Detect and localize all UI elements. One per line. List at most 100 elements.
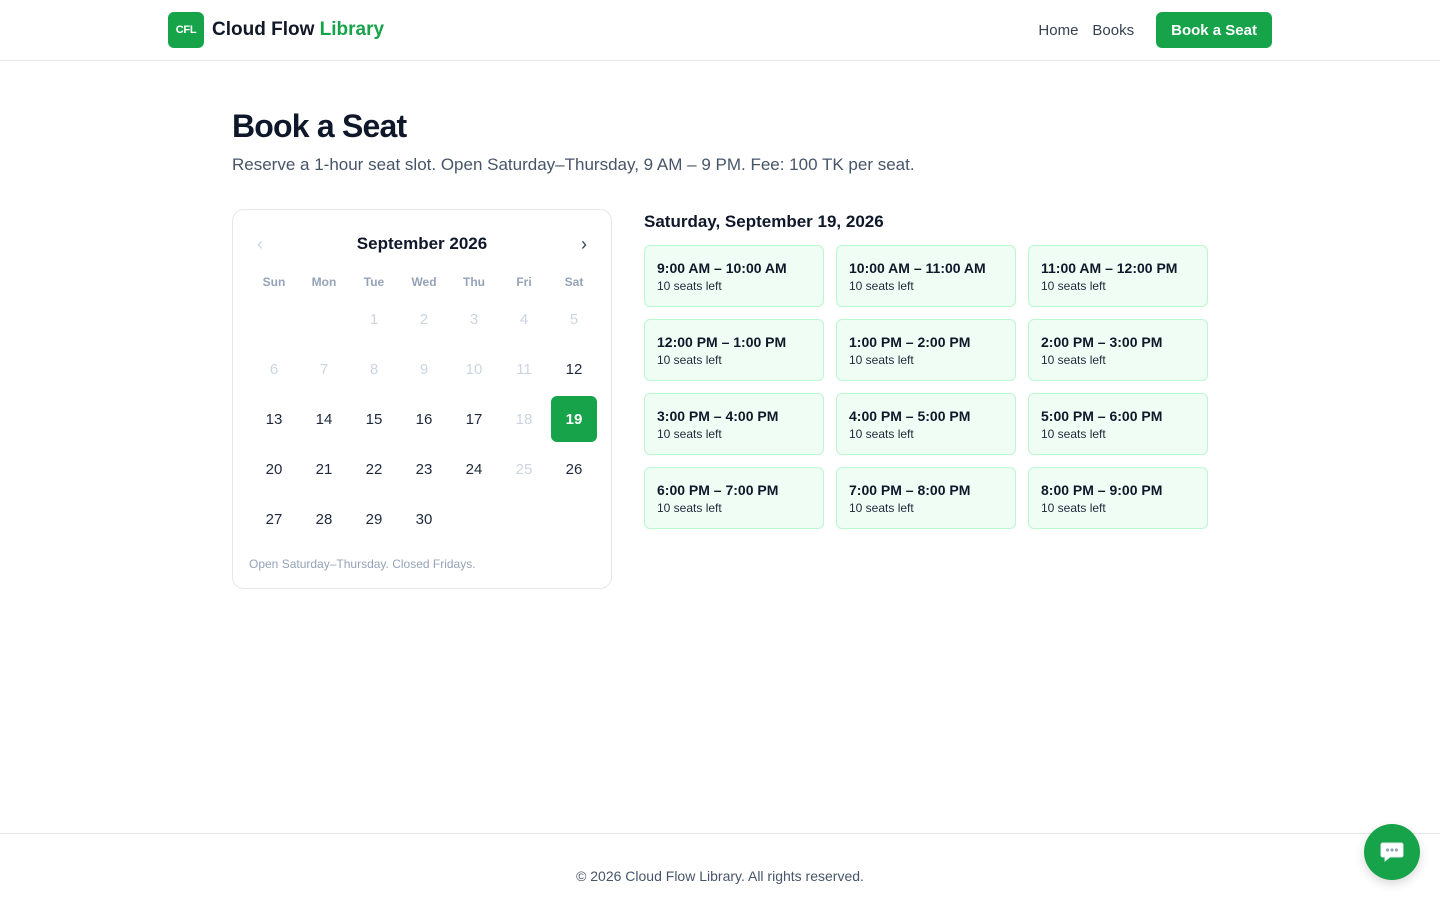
calendar-day-number: 11: [516, 360, 532, 378]
calendar-day-number: 5: [569, 310, 579, 328]
slot-seats-left: 10 seats left: [657, 501, 722, 515]
calendar-day-number: 27: [265, 510, 283, 528]
chevron-right-icon[interactable]: ›: [572, 232, 596, 256]
calendar-day[interactable]: 20: [249, 444, 299, 494]
slot-seats-left: 10 seats left: [657, 279, 722, 293]
time-slot-card[interactable]: 12:00 PM – 1:00 PM 10 seats left: [644, 319, 824, 381]
calendar-day-disabled: 18: [499, 394, 549, 444]
site-header: CFL Cloud Flow Library Home Books Book a…: [0, 0, 1440, 61]
weekday-label: Fri: [516, 275, 532, 289]
chat-button[interactable]: [1364, 824, 1420, 880]
time-slots-grid: 9:00 AM – 10:00 AM 10 seats left 10:00 AM …: [644, 245, 1208, 529]
time-slot-card[interactable]: 4:00 PM – 5:00 PM 10 seats left: [836, 393, 1016, 455]
calendar-day-disabled: 6: [249, 344, 299, 394]
calendar-day-number: 1: [369, 310, 379, 328]
calendar-day[interactable]: 28: [299, 494, 349, 544]
time-slot-card[interactable]: 1:00 PM – 2:00 PM 10 seats left: [836, 319, 1016, 381]
calendar-day[interactable]: 23: [399, 444, 449, 494]
calendar-day-number: 14: [315, 410, 333, 428]
page-title: Book a Seat: [232, 108, 407, 144]
calendar-day[interactable]: 27: [249, 494, 299, 544]
slot-time-label: 12:00 PM – 1:00 PM: [657, 334, 787, 350]
time-slot-card[interactable]: 8:00 PM – 9:00 PM 10 seats left: [1028, 467, 1208, 529]
footer-copyright: © 2026 Cloud Flow Library. All rights re…: [576, 868, 864, 884]
weekday-label: Sat: [564, 275, 584, 289]
slot-seats-left: 10 seats left: [1041, 501, 1106, 515]
calendar-day-number: 30: [415, 510, 433, 528]
brand-name: Cloud Flow Library: [212, 19, 384, 41]
slot-seats-left: 10 seats left: [849, 353, 914, 367]
calendar-day[interactable]: 24: [449, 444, 499, 494]
calendar-day-number: 4: [519, 310, 529, 328]
calendar-day-disabled: 4: [499, 294, 549, 344]
calendar-day-disabled: 5: [549, 294, 599, 344]
calendar-day[interactable]: 14: [299, 394, 349, 444]
calendar-day[interactable]: 15: [349, 394, 399, 444]
calendar-blank-cell: [299, 294, 349, 344]
weekday-label: Sun: [262, 275, 286, 289]
slot-seats-left: 10 seats left: [849, 279, 914, 293]
time-slot-card[interactable]: 11:00 AM – 12:00 PM 10 seats left: [1028, 245, 1208, 307]
slot-seats-left: 10 seats left: [849, 427, 914, 441]
calendar-day[interactable]: 26: [549, 444, 599, 494]
slot-time-label: 1:00 PM – 2:00 PM: [849, 334, 971, 350]
weekday-label: Wed: [411, 275, 437, 289]
calendar-day-disabled: 25: [499, 444, 549, 494]
calendar-day-number: 23: [415, 460, 433, 478]
slot-seats-left: 10 seats left: [1041, 353, 1106, 367]
calendar-day-number: 15: [365, 410, 383, 428]
slot-seats-left: 10 seats left: [657, 427, 722, 441]
calendar-day[interactable]: 22: [349, 444, 399, 494]
calendar-day-selected[interactable]: 19: [549, 394, 599, 444]
calendar-day-number: 6: [269, 360, 279, 378]
slot-seats-left: 10 seats left: [1041, 427, 1106, 441]
time-slot-card[interactable]: 9:00 AM – 10:00 AM 10 seats left: [644, 245, 824, 307]
calendar-day[interactable]: 16: [399, 394, 449, 444]
calendar-day[interactable]: 30: [399, 494, 449, 544]
calendar-day-number: 9: [419, 360, 429, 378]
calendar-day-number: 18: [515, 410, 533, 428]
brand-name-main: Cloud Flow: [212, 19, 315, 40]
calendar-day[interactable]: 29: [349, 494, 399, 544]
brand-logo-link[interactable]: CFL Cloud Flow Library: [168, 12, 384, 48]
calendar-day[interactable]: 13: [249, 394, 299, 444]
calendar-note: Open Saturday–Thursday. Closed Fridays.: [249, 557, 476, 571]
date-picker-calendar: ‹ September 2026 › Sun Mon Tue Wed Thu Fri Sat…: [232, 209, 612, 589]
calendar-day-number: 3: [469, 310, 479, 328]
main-nav: Home Books Book a Seat: [1038, 12, 1272, 48]
calendar-day-disabled: 2: [399, 294, 449, 344]
nav-books-link[interactable]: Books: [1092, 22, 1134, 39]
time-slot-card[interactable]: 10:00 AM – 11:00 AM 10 seats left: [836, 245, 1016, 307]
calendar-day-disabled: 7: [299, 344, 349, 394]
calendar-day-number: 19: [551, 396, 597, 442]
weekday-label: Mon: [311, 275, 337, 289]
calendar-blank-cell: [249, 294, 299, 344]
slot-seats-left: 10 seats left: [657, 353, 722, 367]
slot-seats-left: 10 seats left: [849, 501, 914, 515]
calendar-day-disabled: 8: [349, 344, 399, 394]
time-slot-card[interactable]: 2:00 PM – 3:00 PM 10 seats left: [1028, 319, 1208, 381]
calendar-day[interactable]: 12: [549, 344, 599, 394]
calendar-day[interactable]: 21: [299, 444, 349, 494]
slot-time-label: 3:00 PM – 4:00 PM: [657, 408, 779, 424]
slot-time-label: 9:00 AM – 10:00 AM: [657, 260, 787, 276]
time-slot-card[interactable]: 7:00 PM – 8:00 PM 10 seats left: [836, 467, 1016, 529]
time-slot-card[interactable]: 5:00 PM – 6:00 PM 10 seats left: [1028, 393, 1208, 455]
calendar-month-label: September 2026: [356, 234, 488, 253]
calendar-day-number: 8: [369, 360, 379, 378]
brand-logo: CFL: [168, 12, 204, 48]
time-slot-card[interactable]: 3:00 PM – 4:00 PM 10 seats left: [644, 393, 824, 455]
slot-time-label: 10:00 AM – 11:00 AM: [849, 260, 986, 276]
calendar-day-number: 12: [565, 360, 583, 378]
calendar-days-grid: 1 2 3 4 5 6 7 8 9 10 11 12 13 14 15 16 17 18 19 20 21 22 23 24 2…: [249, 294, 599, 544]
brand-name-accent: Library: [319, 19, 385, 40]
chat-bubble-icon: [1380, 842, 1404, 863]
slot-time-label: 11:00 AM – 12:00 PM: [1041, 260, 1178, 276]
time-slot-card[interactable]: 6:00 PM – 7:00 PM 10 seats left: [644, 467, 824, 529]
calendar-day-disabled: 9: [399, 344, 449, 394]
book-seat-nav-button[interactable]: Book a Seat: [1156, 12, 1272, 48]
selected-date-heading: Saturday, September 19, 2026: [644, 212, 884, 231]
nav-home-link[interactable]: Home: [1038, 22, 1078, 39]
calendar-day[interactable]: 17: [449, 394, 499, 444]
calendar-day-number: 10: [465, 360, 483, 378]
